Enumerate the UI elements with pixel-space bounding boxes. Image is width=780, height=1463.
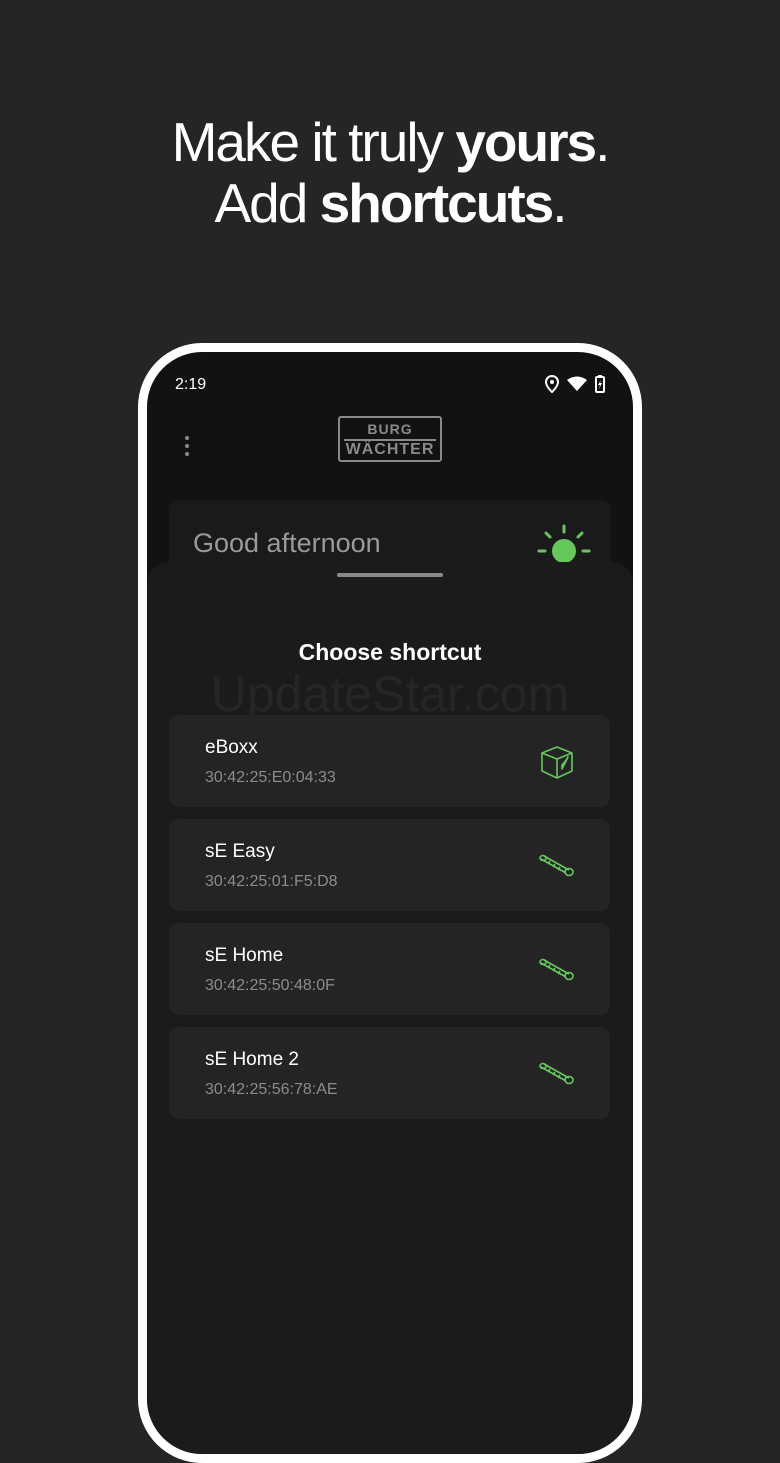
shortcut-mac: 30:42:25:E0:04:33 bbox=[205, 769, 336, 786]
headline-line-2: Add shortcuts. bbox=[214, 172, 567, 234]
shortcut-mac: 30:42:25:01:F5:D8 bbox=[205, 873, 338, 890]
lock-cylinder-icon bbox=[539, 958, 574, 981]
shortcut-name: sE Easy bbox=[205, 841, 275, 862]
status-icons bbox=[545, 374, 605, 394]
status-time: 2:19 bbox=[175, 376, 207, 393]
headline: Make it truly yours. Add shortcuts. bbox=[0, 112, 780, 234]
phone-frame: 2:19 BURG WÄCHTER Good afternoon Choose … bbox=[138, 343, 642, 1463]
lock-cylinder-icon bbox=[539, 854, 574, 877]
greeting-text: Good afternoon bbox=[193, 528, 381, 558]
shortcut-name: eBoxx bbox=[205, 737, 258, 758]
more-vert-icon[interactable] bbox=[183, 436, 191, 460]
shortcut-name: sE Home 2 bbox=[205, 1049, 299, 1070]
sheet-drag-handle[interactable] bbox=[337, 573, 443, 577]
wifi-icon bbox=[567, 376, 587, 391]
battery-icon bbox=[595, 375, 605, 393]
location-icon bbox=[545, 375, 559, 393]
box-icon bbox=[541, 746, 573, 779]
headline-line-1: Make it truly yours. bbox=[171, 111, 611, 173]
shortcut-item-se-home[interactable]: sE Home 30:42:25:50:48:0F bbox=[169, 923, 610, 1015]
shortcut-mac: 30:42:25:50:48:0F bbox=[205, 977, 335, 994]
shortcut-item-se-home-2[interactable]: sE Home 2 30:42:25:56:78:AE bbox=[169, 1027, 610, 1119]
burg-waechter-logo: BURG WÄCHTER bbox=[338, 416, 442, 462]
bottom-sheet: Choose shortcut UpdateStar.com eBoxx 30:… bbox=[147, 562, 633, 1454]
shortcut-mac: 30:42:25:56:78:AE bbox=[205, 1081, 338, 1098]
sheet-title: Choose shortcut bbox=[298, 639, 482, 665]
shortcut-name: sE Home bbox=[205, 945, 284, 966]
logo-line-1: BURG bbox=[367, 421, 413, 437]
shortcut-item-se-easy[interactable]: sE Easy 30:42:25:01:F5:D8 bbox=[169, 819, 610, 911]
status-bar: 2:19 bbox=[147, 352, 633, 412]
shortcut-item-eboxx[interactable]: eBoxx 30:42:25:E0:04:33 bbox=[169, 715, 610, 807]
lock-cylinder-icon bbox=[539, 1062, 574, 1085]
shortcut-list: eBoxx 30:42:25:E0:04:33 sE Easy 30:42:25… bbox=[169, 715, 610, 1131]
logo-line-2: WÄCHTER bbox=[344, 439, 436, 458]
